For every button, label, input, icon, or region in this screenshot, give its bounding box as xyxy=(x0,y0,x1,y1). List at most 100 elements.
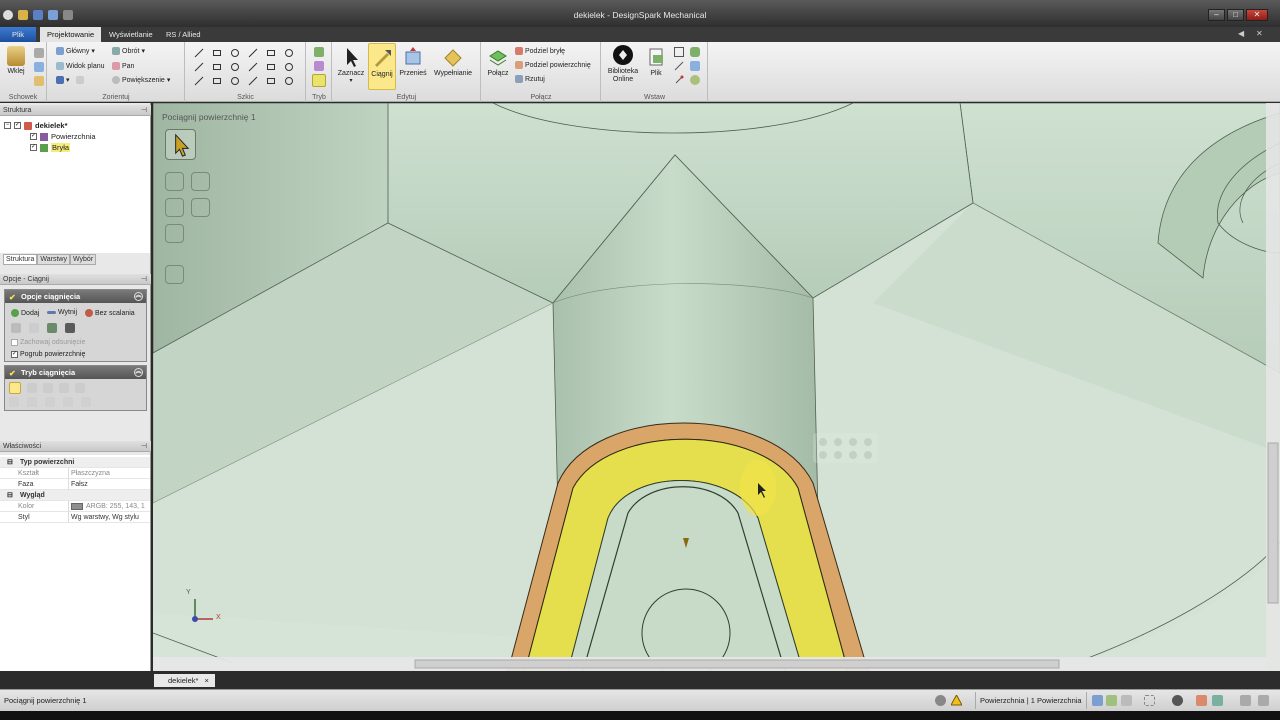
3d-mode-icon[interactable] xyxy=(312,74,326,87)
expand-toggle[interactable]: − xyxy=(4,122,11,129)
pull-mode-header[interactable]: ✔ Tryb ciągnięcia ︽ xyxy=(5,366,146,379)
sketch-create-corner-icon[interactable] xyxy=(284,76,294,86)
help-icon[interactable]: ◀ xyxy=(1238,29,1244,38)
combine-button[interactable]: Połącz xyxy=(485,46,511,77)
zoom-fit-icon[interactable] xyxy=(1212,695,1223,706)
sketch-sweep-arc-icon[interactable] xyxy=(248,62,258,72)
tab-display[interactable]: Wyświetlanie xyxy=(102,27,160,42)
ribbon-close-icon[interactable]: ✕ xyxy=(1256,29,1263,38)
sketch-bend-icon[interactable] xyxy=(266,76,276,86)
sketch-polygon-icon[interactable] xyxy=(284,48,294,58)
cut-option[interactable]: Wytnij xyxy=(47,309,77,316)
pull-pivot-icon[interactable] xyxy=(165,198,184,217)
sketch-circle-icon[interactable] xyxy=(230,48,240,58)
rotate-button[interactable]: Obrót ▾ xyxy=(112,47,145,55)
select-button[interactable]: Zaznacz ▾ xyxy=(336,46,366,84)
paste-button[interactable]: Wklej xyxy=(4,46,28,75)
tab-selection[interactable]: Wybór xyxy=(69,254,97,265)
sketch-rectangle-icon[interactable] xyxy=(212,48,222,58)
plane-icon[interactable] xyxy=(674,47,684,57)
tree-item-surface[interactable]: ✓ Powierzchnia xyxy=(30,132,96,141)
point-icon[interactable] xyxy=(674,75,684,85)
sketch-trim-icon[interactable] xyxy=(194,62,204,72)
maximize-button[interactable]: □ xyxy=(1227,9,1244,21)
status-message-icon[interactable] xyxy=(935,695,946,706)
pull-draft-guide-icon[interactable] xyxy=(165,224,184,243)
tab-design[interactable]: Projektowanie xyxy=(40,27,102,42)
tree-root[interactable]: − ✓ dekielek* xyxy=(4,121,68,130)
thicken-surface-option[interactable]: ✓ Pogrub powierzchnię xyxy=(11,351,85,358)
select-guide-button[interactable] xyxy=(165,129,196,160)
format-painter-icon[interactable] xyxy=(34,76,44,86)
no-merge-option[interactable]: Bez scalania xyxy=(85,309,135,317)
warning-icon[interactable] xyxy=(950,693,963,706)
visibility-checkbox[interactable]: ✓ xyxy=(14,122,21,129)
cut-icon[interactable] xyxy=(34,48,44,58)
axis-icon[interactable] xyxy=(674,61,684,71)
sketch-spline-icon[interactable] xyxy=(266,48,276,58)
copy-icon[interactable] xyxy=(34,62,44,72)
zoom-button[interactable]: Powiększenie ▾ xyxy=(112,76,170,84)
sketch-three-point-arc-icon[interactable] xyxy=(248,76,258,86)
project-button[interactable]: Rzutuj xyxy=(515,75,545,83)
sketch-arc-tangent-icon[interactable] xyxy=(248,48,258,58)
pull-direction-icon[interactable] xyxy=(165,172,184,191)
pull-up-to-icon[interactable] xyxy=(191,172,210,191)
insert-file-button[interactable]: Plik xyxy=(644,46,668,77)
pull-ruler-guide-icon[interactable] xyxy=(191,198,210,217)
property-section[interactable]: ⊟ Wygląd xyxy=(0,490,150,501)
pan-button[interactable]: Pan xyxy=(112,62,134,70)
pointer-icon[interactable] xyxy=(1121,695,1132,706)
sketch-three-point-circle-icon[interactable] xyxy=(194,76,204,86)
online-library-button[interactable]: Biblioteka Online xyxy=(605,44,641,84)
collapse-icon[interactable]: ︽ xyxy=(134,368,143,377)
sketch-line-icon[interactable] xyxy=(194,48,204,58)
plan-view-button[interactable]: Widok planu xyxy=(56,62,105,70)
close-tab-icon[interactable]: × xyxy=(205,676,209,685)
3d-viewport[interactable]: Pociągnij powierzchnię 1 Y X xyxy=(153,103,1280,671)
complete-icon[interactable] xyxy=(165,265,184,284)
keep-offset-option[interactable]: Zachowaj odsunięcie xyxy=(11,339,85,346)
tab-file[interactable]: Plik xyxy=(0,27,36,42)
minimize-button[interactable]: – xyxy=(1208,9,1225,21)
sketch-project-edge-icon[interactable] xyxy=(230,76,240,86)
view-cube-button[interactable]: ▾ xyxy=(56,76,84,84)
move-button[interactable]: Przenieś xyxy=(397,46,429,77)
origin-icon[interactable] xyxy=(690,61,700,71)
sketch-ellipse-icon[interactable] xyxy=(230,62,240,72)
tab-structure[interactable]: Struktura xyxy=(3,254,38,265)
property-section[interactable]: ⊟ Typ powierzchni xyxy=(0,457,150,468)
property-row[interactable]: Styl Wg warstwy, Wg stylu xyxy=(0,512,150,523)
sketch-slot-icon[interactable] xyxy=(212,76,222,86)
home-view-button[interactable]: Główny ▾ xyxy=(56,47,95,55)
pin-icon[interactable]: ⊣ xyxy=(141,105,147,116)
split-body-button[interactable]: Podziel bryłę xyxy=(515,47,565,55)
split-surface-button[interactable]: Podziel powierzchnię xyxy=(515,61,591,69)
pin-icon[interactable]: ⊣ xyxy=(141,441,147,452)
visibility-checkbox[interactable]: ✓ xyxy=(30,133,37,140)
tab-rs-allied[interactable]: RS / Allied xyxy=(159,27,208,42)
visibility-checkbox[interactable]: ✓ xyxy=(30,144,37,151)
tab-layers[interactable]: Warstwy xyxy=(37,254,70,265)
box-select-icon[interactable] xyxy=(1144,695,1155,706)
layout-icon[interactable] xyxy=(1258,695,1269,706)
select-filter-icon[interactable] xyxy=(1092,695,1103,706)
pull-options-header[interactable]: ✔ Opcje ciągnięcia ︽ xyxy=(5,290,146,303)
property-row[interactable]: Kolor ARGB: 255, 143, 1 xyxy=(0,501,150,512)
sketch-offset-icon[interactable] xyxy=(284,62,294,72)
fill-button[interactable]: Wypełnianie xyxy=(431,46,475,77)
close-button[interactable]: ✕ xyxy=(1246,9,1268,21)
settings-icon[interactable] xyxy=(1240,695,1251,706)
pull-button[interactable]: Ciągnij xyxy=(368,43,396,90)
cylinder-icon[interactable] xyxy=(690,47,700,57)
collapse-icon[interactable]: ︽ xyxy=(134,292,143,301)
pin-icon[interactable]: ⊣ xyxy=(141,274,147,285)
sketch-three-point-rect-icon[interactable] xyxy=(212,62,222,72)
display-style-icon[interactable] xyxy=(1172,695,1183,706)
sketch-point-icon[interactable] xyxy=(266,62,276,72)
doc-tab[interactable]: dekielek* × xyxy=(154,674,215,687)
tree-item-body[interactable]: ✓ Bryła xyxy=(30,143,71,152)
add-option[interactable]: Dodaj xyxy=(11,309,39,317)
render-icon[interactable] xyxy=(1196,695,1207,706)
edge-filter-icon[interactable] xyxy=(1106,695,1117,706)
